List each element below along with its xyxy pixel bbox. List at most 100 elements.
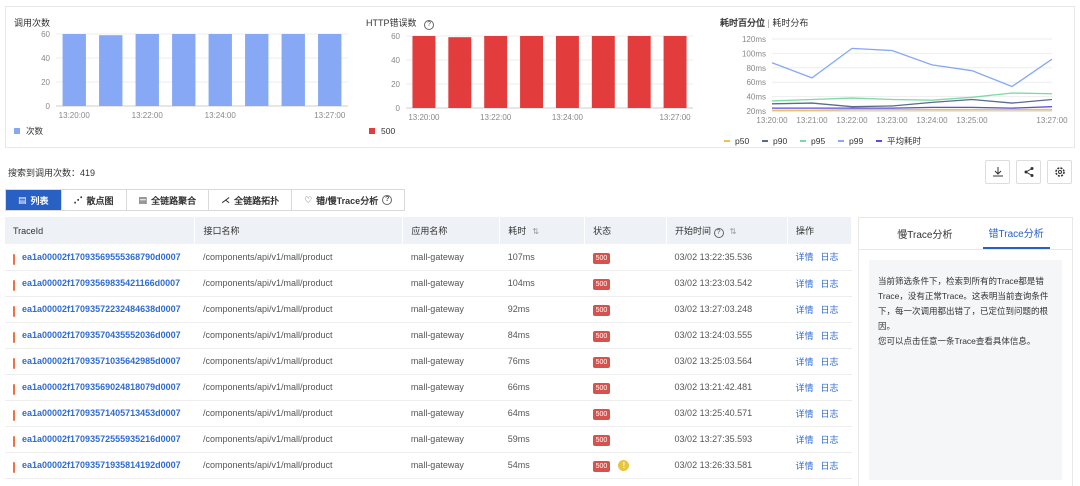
log-link[interactable]: 日志 [820,357,838,367]
sort-icon[interactable]: ⇅ [730,227,737,236]
detail-link[interactable]: 详情 [795,252,813,262]
x-tick-label: 13:21:00 [796,116,828,125]
table-row[interactable]: ea1a00002f17093569024818079d0007 /compon… [5,374,852,401]
log-link[interactable]: 日志 [820,409,838,419]
app-name: mall-gateway [402,400,500,427]
share-button[interactable] [1016,160,1041,184]
actions-cell: 详情 日志 [787,322,852,349]
warning-icon: ! [618,459,630,471]
col-actions: 操作 [787,217,853,244]
status-badge: 500 [592,305,611,316]
start-time: 03/02 13:25:40.571 [666,400,788,427]
api-name: /components/api/v1/mall/product [194,374,403,401]
bar [627,36,651,108]
x-tick-label: 13:24:00 [552,113,584,122]
detail-link[interactable]: 详情 [795,357,813,367]
trace-id-link[interactable]: ea1a00002f17093571405713453d0007 [13,408,181,418]
log-link[interactable]: 日志 [820,435,838,445]
legend-label: p90 [773,136,787,146]
api-name: /components/api/v1/mall/product [194,296,403,323]
trace-id-link[interactable]: ea1a00002f17093570435552036d0007 [13,330,181,340]
y-tick-label: 40 [41,54,50,63]
detail-link[interactable]: 详情 [795,461,813,471]
y-tick-label: 20 [41,78,50,87]
status-cell: 500 [584,348,667,375]
app-name: mall-gateway [402,244,500,271]
tab-error-trace[interactable]: 错Trace分析 [982,218,1050,249]
series-line-平均耗时 [772,106,1053,109]
bar [135,34,159,106]
log-link[interactable]: 日志 [820,383,838,393]
analysis-hint: 您可以点击任意一条Trace查看具体信息。 [878,336,1036,346]
detail-link[interactable]: 详情 [795,331,813,341]
tab-list[interactable]: ▤ 列表 [6,190,62,210]
duration: 104ms [499,270,585,297]
detail-link[interactable]: 详情 [795,435,813,445]
tab-aggregation[interactable]: ▤ 全链路聚合 [127,190,210,210]
x-tick-label: 13:23:00 [876,116,908,125]
table-icon: ▤ [138,194,148,205]
y-tick-label: 100ms [742,49,766,58]
trace-id-link[interactable]: ea1a00002f17093572232484638d0007 [13,304,181,314]
detail-link[interactable]: 详情 [795,305,813,315]
trace-id-link[interactable]: ea1a00002f17093569555368790d0007 [13,252,181,262]
log-link[interactable]: 日志 [820,279,838,289]
bar [208,34,232,106]
tab-trace-analysis[interactable]: ♡ 错/慢Trace分析? [292,190,404,210]
trace-analysis-panel: 慢Trace分析 错Trace分析 当前筛选条件下，检索到所有的Trace都是错… [858,217,1073,486]
help-icon[interactable]: ? [382,195,393,205]
actions-cell: 详情 日志 [787,374,852,401]
bar [448,37,472,109]
table-row[interactable]: ea1a00002f17093571405713453d0007 /compon… [5,400,852,427]
table-row[interactable]: ea1a00002f17093570435552036d0007 /compon… [5,322,852,349]
log-link[interactable]: 日志 [820,331,838,341]
duration: 66ms [499,374,585,401]
table-row[interactable]: ea1a00002f17093571035642985d0007 /compon… [5,348,852,375]
col-start-time[interactable]: 开始时间 ? ⇅ [666,217,788,244]
col-api: 接口名称 [194,217,404,244]
status-cell: 500 [584,296,667,323]
status-cell: 500 [584,426,667,453]
api-name: /components/api/v1/mall/product [194,452,403,479]
trace-id-link[interactable]: ea1a00002f17093571035642985d0007 [13,356,181,366]
detail-link[interactable]: 详情 [795,383,813,393]
trace-id-link[interactable]: ea1a00002f17093569024818079d0007 [13,382,181,392]
table-row[interactable]: ea1a00002f17093569835421166d0007 /compon… [5,270,852,297]
settings-button[interactable] [1047,160,1072,184]
status-badge: 500 [592,357,611,368]
tab-topology[interactable]: ⋌ 全链路拓扑 [209,190,293,210]
trace-id-link[interactable]: ea1a00002f17093569835421166d0007 [13,278,180,288]
detail-link[interactable]: 详情 [795,409,813,419]
col-duration[interactable]: 耗时 ⇅ [499,217,586,244]
table-row[interactable]: ea1a00002f17093571935814192d0007 /compon… [5,452,852,479]
log-link[interactable]: 日志 [820,305,838,315]
trace-id-link[interactable]: ea1a00002f17093572555935216d0007 [13,434,181,444]
charts-panel: 调用次数 0 20 40 60 13:20:00 13:22:00 13:24:00 13:2… [5,6,1075,148]
col-duration-label: 耗时 [508,226,527,236]
duration: 54ms [499,452,585,479]
download-button[interactable] [985,160,1010,184]
table-header: TraceId 接口名称 应用名称 耗时 ⇅ 状态 开始时间 ? ⇅ 操作 [5,217,853,244]
x-tick-label: 13:25:00 [956,116,988,125]
status-badge: 500 [592,331,611,342]
y-tick-label: 120ms [742,35,766,44]
legend-label: p95 [811,136,825,146]
sort-icon[interactable]: ⇅ [532,227,539,236]
start-time: 03/02 13:26:33.581 [666,452,788,479]
tab-scatter[interactable]: ⋰ 散点图 [62,190,127,210]
log-link[interactable]: 日志 [820,252,838,262]
tab-slow-trace[interactable]: 慢Trace分析 [891,218,958,249]
log-link[interactable]: 日志 [820,461,838,471]
table-row[interactable]: ea1a00002f17093572555935216d0007 /compon… [5,426,852,453]
trace-id-link[interactable]: ea1a00002f17093571935814192d0007 [13,460,181,470]
table-row[interactable]: ea1a00002f17093572232484638d0007 /compon… [5,296,852,323]
x-tick-label: 13:22:00 [836,116,868,125]
y-tick-label: 0 [396,104,401,113]
legend-label: 次数 [26,126,44,136]
detail-link[interactable]: 详情 [795,279,813,289]
help-icon[interactable]: ? [713,227,724,238]
x-tick-label: 13:27:00 [659,113,691,122]
start-time: 03/02 13:21:42.481 [666,374,788,401]
legend-label: 平均耗时 [887,136,922,146]
table-row[interactable]: ea1a00002f17093569555368790d0007 /compon… [5,244,852,271]
